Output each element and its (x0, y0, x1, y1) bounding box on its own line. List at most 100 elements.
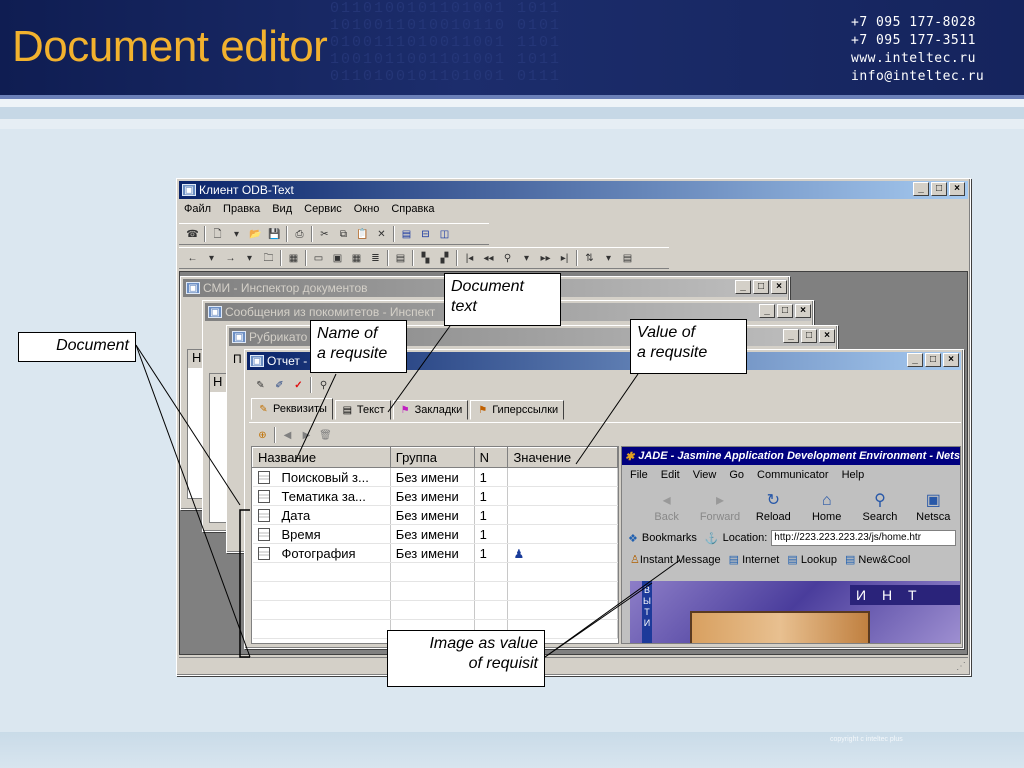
table-row[interactable]: Фотография Без имени 1 ♟ (252, 543, 618, 563)
maximize-icon[interactable]: □ (777, 304, 793, 318)
trash-icon[interactable]: 🗑 (318, 429, 333, 442)
dropdown-icon[interactable]: ▾ (242, 252, 257, 265)
menu-service[interactable]: Сервис (304, 203, 342, 215)
edit-pen-icon[interactable]: ✎ (253, 379, 268, 392)
checkmark-icon[interactable]: ✓ (291, 379, 306, 392)
tab-requisites[interactable]: ✎ Реквизиты (251, 398, 333, 420)
menu-window[interactable]: Окно (354, 203, 380, 215)
back-icon[interactable]: ← (185, 252, 200, 265)
tile-vertical-icon[interactable]: ◫ (437, 228, 452, 241)
tile-horizontal-icon[interactable]: ⊟ (418, 228, 433, 241)
delete-icon[interactable]: ✕ (374, 228, 389, 241)
location-input[interactable]: http://223.223.223.23/js/home.htr (771, 530, 957, 546)
bookmarks-button[interactable]: Bookmarks (642, 532, 697, 544)
table-row[interactable]: Время Без имени 1 (252, 524, 618, 544)
add-icon[interactable]: ⊕ (255, 429, 270, 442)
menu-file[interactable]: Файл (184, 203, 211, 215)
dropdown-icon[interactable]: ▾ (204, 252, 219, 265)
menu-view[interactable]: Вид (272, 203, 292, 215)
document-icon[interactable]: ▤ (393, 252, 408, 265)
browser-reload-button[interactable]: ↻ Reload (747, 493, 800, 524)
menu-edit[interactable]: Правка (223, 203, 260, 215)
close-icon[interactable]: × (771, 280, 787, 294)
image-view-icon[interactable]: ▣ (330, 252, 345, 265)
find-icon[interactable]: ⚲ (500, 252, 515, 265)
browser-back-button[interactable]: ◂ Back (640, 493, 693, 524)
menu-help[interactable]: Справка (391, 203, 434, 215)
windows-icon[interactable]: ▦ (286, 252, 301, 265)
close-icon[interactable]: × (943, 353, 959, 367)
dropdown-icon[interactable]: ▾ (229, 228, 244, 241)
minimize-icon[interactable]: _ (783, 329, 799, 343)
next-arrow-icon[interactable]: ▶ (299, 429, 314, 442)
browser-titlebar[interactable]: ✱ JADE - Jasmine Application Development… (622, 447, 960, 465)
column-header-n[interactable]: N (473, 447, 509, 468)
first-icon[interactable]: |◂ (462, 252, 477, 265)
table-row[interactable]: Тематика за... Без имени 1 (252, 486, 618, 506)
maximize-icon[interactable]: □ (801, 329, 817, 343)
link-lookup[interactable]: ▤ Lookup (787, 553, 837, 566)
tab-bookmarks[interactable]: ⚑ Закладки (392, 400, 469, 420)
browser-forward-button[interactable]: ▸ Forward (693, 493, 746, 524)
column-header-name[interactable]: Название (252, 447, 391, 468)
browser-menu-go[interactable]: Go (729, 469, 744, 481)
close-icon[interactable]: × (795, 304, 811, 318)
browser-menu-communicator[interactable]: Communicator (757, 469, 829, 481)
close-icon[interactable]: × (949, 182, 965, 196)
prev-icon[interactable]: ◂◂ (481, 252, 496, 265)
main-window-titlebar[interactable]: ▣ Клиент ODB-Text (179, 181, 968, 199)
prev-arrow-icon[interactable]: ◀ (280, 429, 295, 442)
forward-icon[interactable]: → (223, 252, 238, 265)
minimize-icon[interactable]: _ (913, 182, 929, 196)
resize-grip-icon[interactable]: ⋰ (956, 661, 966, 672)
list-icon[interactable]: ≣ (368, 252, 383, 265)
sort-icon[interactable]: ⇅ (582, 252, 597, 265)
search-icon[interactable]: ⚲ (316, 379, 331, 392)
maximize-icon[interactable]: □ (753, 280, 769, 294)
maximize-icon[interactable]: □ (931, 182, 947, 196)
properties-icon[interactable]: ▤ (620, 252, 635, 265)
grid-icon[interactable]: ▚ (418, 252, 433, 265)
link-internet[interactable]: ▤ Internet (729, 553, 780, 566)
dropdown-icon[interactable]: ▾ (519, 252, 534, 265)
tab-hyperlinks[interactable]: ⚑ Гиперссылки (470, 400, 565, 420)
column-header-value[interactable]: Значение (507, 447, 618, 468)
last-icon[interactable]: ▸| (557, 252, 572, 265)
browser-menu-view[interactable]: View (693, 469, 717, 481)
paste-icon[interactable]: 📋 (355, 228, 370, 241)
dropdown-icon[interactable]: ▾ (601, 252, 616, 265)
link-instant-message[interactable]: ♙Instant Message (630, 553, 721, 566)
main-window-controls: _ □ × (913, 182, 965, 196)
save-icon[interactable]: 💾 (267, 228, 282, 241)
folder-icon[interactable]: 🗀 (261, 252, 276, 265)
table-row[interactable]: Поисковый з... Без имени 1 (252, 467, 618, 487)
open-icon[interactable]: 📂 (248, 228, 263, 241)
link-new-cool[interactable]: ▤ New&Cool (845, 553, 910, 566)
tab-text[interactable]: ▤ Текст (334, 400, 391, 420)
new-icon[interactable]: 🗋 (210, 228, 225, 241)
column-header-group[interactable]: Группа (389, 447, 475, 468)
close-icon[interactable]: × (819, 329, 835, 343)
minimize-icon[interactable]: _ (735, 280, 751, 294)
table-icon[interactable]: ▦ (349, 252, 364, 265)
cascade-icon[interactable]: ▤ (399, 228, 414, 241)
link-icon[interactable]: ▞ (437, 252, 452, 265)
table-row[interactable]: Дата Без имени 1 (252, 505, 618, 525)
minimize-icon[interactable]: _ (907, 353, 923, 367)
browser-netscape-button[interactable]: ▣ Netsca (907, 493, 960, 524)
browser-search-button[interactable]: ⚲ Search (853, 493, 906, 524)
cut-icon[interactable]: ✂ (317, 228, 332, 241)
print-icon[interactable]: ⎙ (292, 228, 307, 241)
form-icon[interactable]: ▭ (311, 252, 326, 265)
edit-marker-icon[interactable]: ✐ (272, 379, 287, 392)
minimize-icon[interactable]: _ (759, 304, 775, 318)
connect-icon[interactable]: ☎ (185, 228, 200, 241)
browser-menu-file[interactable]: File (630, 469, 648, 481)
next-icon[interactable]: ▸▸ (538, 252, 553, 265)
image-icon[interactable]: ♟ (513, 547, 524, 561)
maximize-icon[interactable]: □ (925, 353, 941, 367)
browser-menu-edit[interactable]: Edit (661, 469, 680, 481)
browser-home-button[interactable]: ⌂ Home (800, 493, 853, 524)
copy-icon[interactable]: ⧉ (336, 228, 351, 241)
browser-menu-help[interactable]: Help (842, 469, 865, 481)
